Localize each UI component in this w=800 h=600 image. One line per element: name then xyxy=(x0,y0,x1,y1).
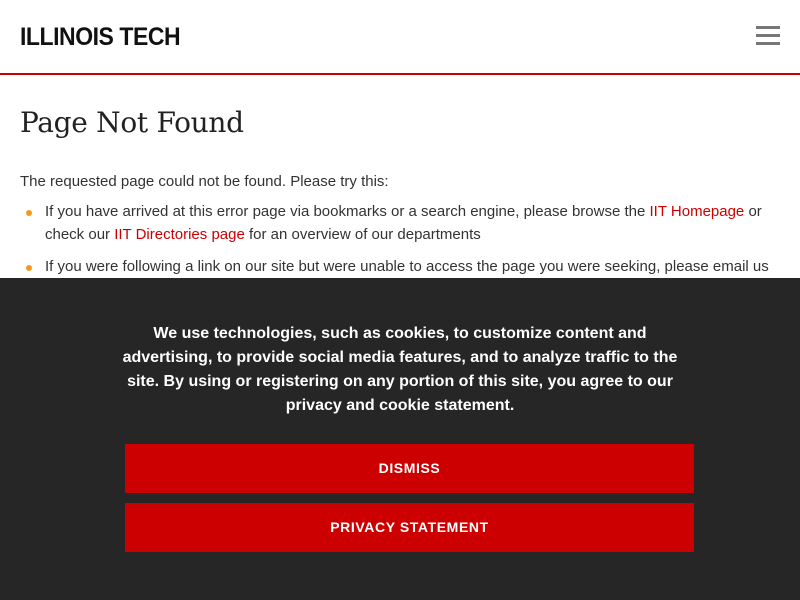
menu-bar xyxy=(756,42,780,45)
menu-bar xyxy=(756,34,780,37)
page-title: Page Not Found xyxy=(20,106,244,139)
iit-directories-link[interactable]: IIT Directories page xyxy=(114,226,245,243)
illinois-tech-logo[interactable]: ILLINOIS TECH xyxy=(20,22,181,52)
iit-homepage-link[interactable]: IIT Homepage xyxy=(650,203,745,220)
intro-text: The requested page could not be found. P… xyxy=(20,173,389,190)
cookie-consent-banner: We use technologies, such as cookies, to… xyxy=(0,278,800,600)
menu-bar xyxy=(756,26,780,29)
dismiss-button[interactable]: DISMISS xyxy=(125,444,694,493)
tip-text: for an overview of our departments xyxy=(244,226,481,243)
tip-text: If you have arrived at this error page v… xyxy=(45,203,650,220)
hamburger-menu-icon[interactable] xyxy=(754,24,782,48)
privacy-statement-button[interactable]: PRIVACY STATEMENT xyxy=(125,503,694,552)
site-header: ILLINOIS TECH xyxy=(0,0,800,75)
list-item: If you have arrived at this error page v… xyxy=(20,200,780,246)
bullet-icon xyxy=(26,210,32,216)
bullet-icon xyxy=(26,265,32,271)
cookie-notice-text: We use technologies, such as cookies, to… xyxy=(122,325,678,414)
